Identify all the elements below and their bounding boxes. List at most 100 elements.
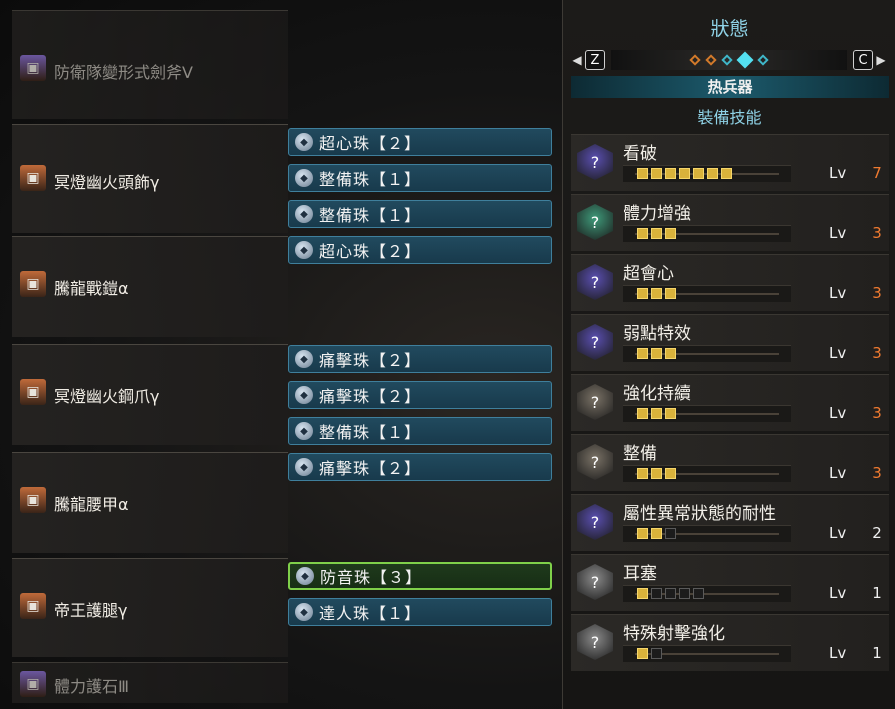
equipment-name: 體力護石Ⅲ	[54, 677, 130, 696]
decoration-slot[interactable]: ◆ 整備珠【１】	[288, 164, 552, 192]
skill-name: 體力增強	[623, 204, 691, 224]
equipment-slot[interactable]: ▣ 體力護石Ⅲ	[12, 662, 288, 703]
skill-name: 耳塞	[623, 564, 657, 584]
charm-icon: ▣	[20, 671, 46, 697]
decoration-jewel-icon: ◆	[295, 386, 313, 404]
decoration-slot[interactable]: ◆ 痛擊珠【２】	[288, 345, 552, 373]
skill-row[interactable]: ? 強化持續 Lv 3	[571, 374, 889, 431]
skill-icon: ?	[577, 384, 613, 420]
level-label: Lv	[829, 224, 847, 242]
skill-row[interactable]: ? 屬性異常狀態的耐性 Lv 2	[571, 494, 889, 551]
decoration-slot[interactable]: ◆ 超心珠【２】	[288, 236, 552, 264]
skill-level-pip	[665, 228, 676, 239]
decoration-name: 超心珠【２】	[319, 134, 422, 153]
equipment-list: ▣ 防衛隊變形式劍斧Ⅴ ▣ 冥燈幽火頭飾γ ◆ 超心珠【２】 ◆ 整備珠【１】 ◆ 整備珠【１】 ▣…	[0, 0, 560, 709]
skill-level-value: 3	[872, 344, 882, 362]
equipment-slot[interactable]: ▣ 冥燈幽火頭飾γ	[12, 124, 288, 233]
decoration-slot[interactable]: ◆ 整備珠【１】	[288, 200, 552, 228]
skill-level-pip	[721, 168, 732, 179]
skill-level-pip	[651, 288, 662, 299]
skill-level-pip	[679, 168, 690, 179]
skill-level-pip	[665, 588, 676, 599]
equipment-slot[interactable]: ▣ 騰龍戰鎧α	[12, 236, 288, 337]
key-prompt-right[interactable]: C	[853, 50, 873, 70]
decoration-name: 痛擊珠【２】	[319, 351, 422, 370]
skill-level-gauge	[623, 525, 791, 542]
decoration-slot[interactable]: ◆ 痛擊珠【２】	[288, 381, 552, 409]
skill-level-pip	[693, 588, 704, 599]
skill-row[interactable]: ? 弱點特效 Lv 3	[571, 314, 889, 371]
status-title: 狀態	[710, 18, 749, 40]
skill-icon: ?	[577, 444, 613, 480]
skill-level-pip	[651, 348, 662, 359]
skill-level-pip	[665, 348, 676, 359]
skill-level-pip	[665, 288, 676, 299]
chest-icon: ▣	[20, 271, 46, 297]
skill-level-gauge	[623, 465, 791, 482]
skill-level-pip	[637, 168, 648, 179]
skill-row[interactable]: ? 看破 Lv 7	[571, 134, 889, 191]
skill-icon: ?	[577, 264, 613, 300]
skill-level-pip	[651, 528, 662, 539]
equipment-slot[interactable]: ▣ 冥燈幽火鋼爪γ	[12, 344, 288, 445]
legs-icon: ▣	[20, 593, 46, 619]
skill-name: 弱點特效	[623, 324, 691, 344]
skill-row[interactable]: ? 整備 Lv 3	[571, 434, 889, 491]
equipment-name: 騰龍戰鎧α	[54, 279, 129, 298]
skill-icon: ?	[577, 324, 613, 360]
status-panel: 狀態 ◀ Z C ▶ 热兵器 裝備技能 ? 看破 Lv 7? 體力增強 Lv 3? 超會心 Lv…	[562, 0, 895, 709]
decoration-name: 整備珠【１】	[319, 170, 422, 189]
skill-icon: ?	[577, 504, 613, 540]
equipment-slot[interactable]: ▣ 騰龍腰甲α	[12, 452, 288, 553]
skill-level-pip	[693, 168, 704, 179]
decoration-slot[interactable]: ◆ 痛擊珠【２】	[288, 453, 552, 481]
skill-level-pip	[637, 468, 648, 479]
skill-name: 超會心	[623, 264, 674, 284]
skill-level-value: 3	[872, 464, 882, 482]
decoration-jewel-icon: ◆	[295, 169, 313, 187]
status-tab-bar: ◀ Z C ▶	[569, 47, 889, 73]
decoration-name: 痛擊珠【２】	[319, 459, 422, 478]
arrow-left-icon[interactable]: ◀	[569, 53, 585, 67]
skill-row[interactable]: ? 耳塞 Lv 1	[571, 554, 889, 611]
level-label: Lv	[829, 644, 847, 662]
equipment-slot[interactable]: ▣ 帝王護腿γ	[12, 558, 288, 657]
skill-level-pip	[637, 528, 648, 539]
arrow-right-icon[interactable]: ▶	[873, 53, 889, 67]
key-prompt-left[interactable]: Z	[585, 50, 605, 70]
skill-level-pip	[665, 408, 676, 419]
skill-level-value: 1	[872, 584, 882, 602]
equipment-name: 冥燈幽火鋼爪γ	[54, 387, 160, 406]
decoration-jewel-icon: ◆	[295, 422, 313, 440]
decoration-slot[interactable]: ◆ 防音珠【３】	[288, 562, 552, 590]
skill-level-pip	[651, 228, 662, 239]
skill-row[interactable]: ? 體力增強 Lv 3	[571, 194, 889, 251]
skill-level-pip	[637, 588, 648, 599]
skill-level-gauge	[623, 225, 791, 242]
skill-level-value: 3	[872, 284, 882, 302]
skill-level-pip	[665, 528, 676, 539]
weapon-icon: ▣	[20, 55, 46, 81]
level-label: Lv	[829, 584, 847, 602]
equipped-skills-heading: 裝備技能	[697, 108, 762, 127]
tab-hot-weapon[interactable]: 热兵器	[571, 76, 889, 98]
skill-row[interactable]: ? 特殊射擊強化 Lv 1	[571, 614, 889, 671]
decoration-jewel-icon: ◆	[295, 241, 313, 259]
equipment-name: 帝王護腿γ	[54, 601, 128, 620]
decoration-slot[interactable]: ◆ 達人珠【１】	[288, 598, 552, 626]
skill-level-pip	[637, 288, 648, 299]
page-dot	[721, 54, 733, 66]
skill-row[interactable]: ? 超會心 Lv 3	[571, 254, 889, 311]
decoration-jewel-icon: ◆	[295, 603, 313, 621]
page-dot	[757, 54, 769, 66]
decoration-slot[interactable]: ◆ 超心珠【２】	[288, 128, 552, 156]
skill-name: 整備	[623, 444, 657, 464]
skill-name: 屬性異常狀態的耐性	[623, 504, 776, 524]
arms-icon: ▣	[20, 379, 46, 405]
skill-level-value: 7	[872, 164, 882, 182]
equipment-slot[interactable]: ▣ 防衛隊變形式劍斧Ⅴ	[12, 10, 288, 119]
decoration-slot[interactable]: ◆ 整備珠【１】	[288, 417, 552, 445]
skill-level-pip	[665, 168, 676, 179]
decoration-name: 整備珠【１】	[319, 206, 422, 225]
skill-level-gauge	[623, 345, 791, 362]
